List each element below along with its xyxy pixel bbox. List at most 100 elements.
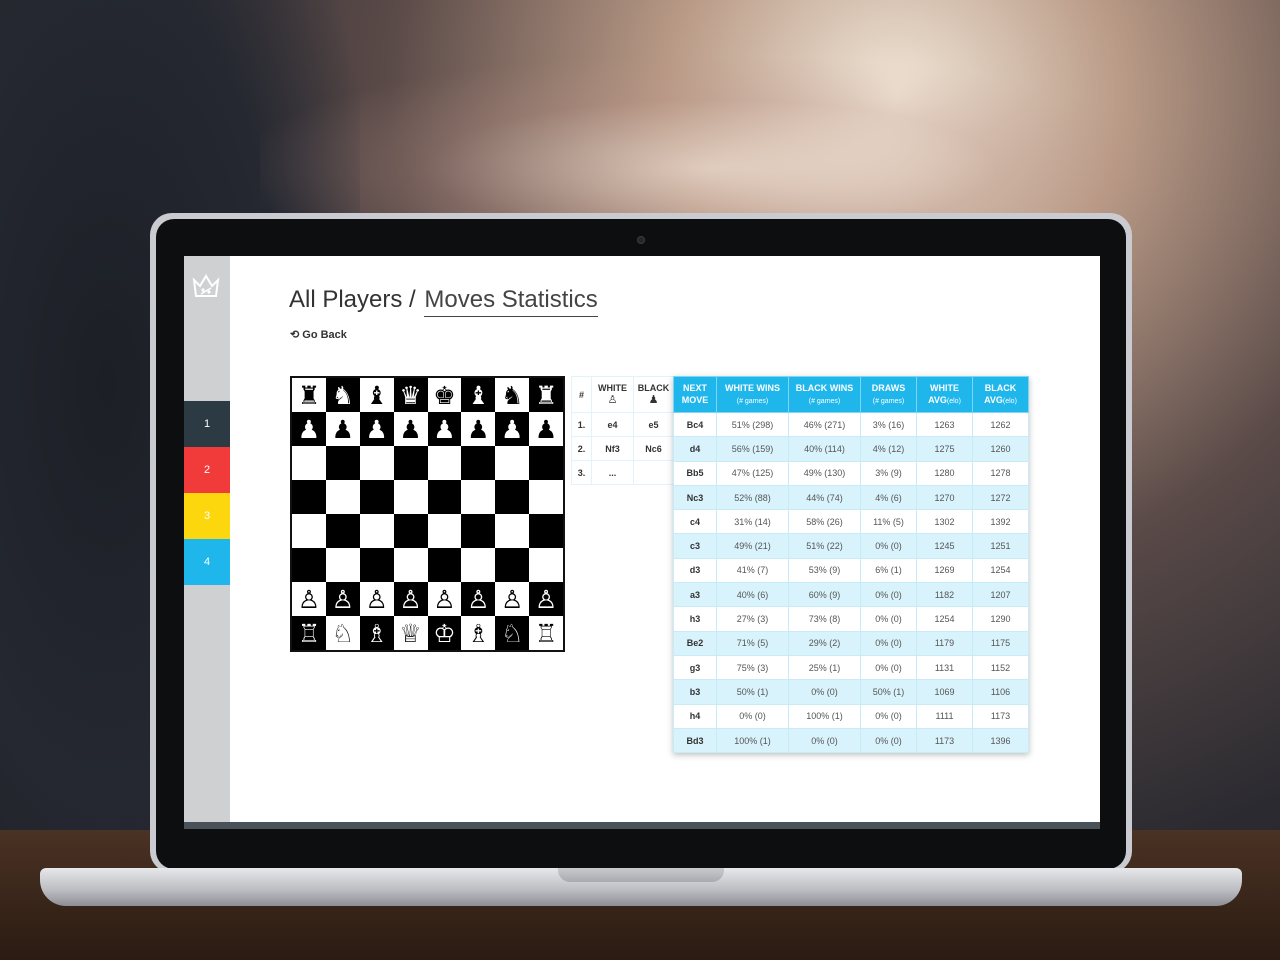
board-square[interactable]: ♙ <box>529 582 563 616</box>
stats-row[interactable]: b3 50% (1) 0% (0) 50% (1) 1069 1106 <box>673 679 1029 705</box>
stats-row[interactable]: h4 0% (0) 100% (1) 0% (0) 1111 1173 <box>673 703 1029 729</box>
board-square[interactable]: ♟ <box>495 412 530 446</box>
board-square[interactable]: ♙ <box>427 582 462 616</box>
board-square[interactable] <box>292 514 326 548</box>
board-square[interactable]: ♜ <box>529 378 563 412</box>
next-move-cell[interactable]: c4 <box>673 509 717 535</box>
chess-piece[interactable]: ♕ <box>399 621 421 646</box>
stats-row[interactable]: Bc4 51% (298) 46% (271) 3% (16) 1263 1262 <box>673 411 1029 438</box>
board-square[interactable]: ♞ <box>325 378 360 412</box>
board-square[interactable] <box>461 480 496 514</box>
board-square[interactable] <box>495 514 530 548</box>
board-square[interactable]: ♙ <box>393 582 428 616</box>
board-square[interactable]: ♟ <box>292 412 326 446</box>
chess-piece[interactable]: ♟ <box>535 417 557 442</box>
board-square[interactable] <box>529 514 563 548</box>
stats-row[interactable]: Bb5 47% (125) 49% (130) 3% (9) 1280 1278 <box>673 460 1029 486</box>
board-square[interactable]: ♘ <box>495 616 530 650</box>
next-move-cell[interactable]: g3 <box>673 654 717 681</box>
board-square[interactable] <box>359 514 394 548</box>
chess-piece[interactable]: ♟ <box>501 417 523 442</box>
board-square[interactable]: ♙ <box>495 582 530 616</box>
stats-row[interactable]: a3 40% (6) 60% (9) 0% (0) 1182 1207 <box>673 582 1029 608</box>
board-square[interactable]: ♟ <box>427 412 462 446</box>
chess-piece[interactable]: ♟ <box>365 417 387 442</box>
stats-row[interactable]: Be2 71% (5) 29% (2) 0% (0) 1179 1175 <box>673 630 1029 656</box>
chess-piece[interactable]: ♟ <box>298 417 320 442</box>
board-square[interactable] <box>427 480 462 514</box>
crown-logo-icon[interactable] <box>190 270 222 302</box>
chess-piece[interactable]: ♞ <box>332 383 354 408</box>
board-square[interactable] <box>325 514 360 548</box>
board-square[interactable] <box>529 446 563 480</box>
board-square[interactable]: ♛ <box>393 378 428 412</box>
stats-row[interactable]: g3 75% (3) 25% (1) 0% (0) 1131 1152 <box>673 654 1029 681</box>
board-square[interactable]: ♟ <box>461 412 496 446</box>
next-move-cell[interactable]: Bb5 <box>673 460 717 486</box>
chess-piece[interactable]: ♜ <box>298 383 320 408</box>
chess-piece[interactable]: ♖ <box>298 621 320 646</box>
board-square[interactable]: ♟ <box>393 412 428 446</box>
board-square[interactable]: ♝ <box>461 378 496 412</box>
board-square[interactable]: ♟ <box>325 412 360 446</box>
board-square[interactable] <box>529 548 563 582</box>
chess-piece[interactable]: ♖ <box>535 621 557 646</box>
board-square[interactable]: ♜ <box>292 378 326 412</box>
board-square[interactable] <box>359 480 394 514</box>
chess-piece[interactable]: ♙ <box>332 587 354 612</box>
chess-piece[interactable]: ♘ <box>332 621 354 646</box>
board-square[interactable]: ♟ <box>359 412 394 446</box>
board-square[interactable] <box>427 514 462 548</box>
chess-piece[interactable]: ♛ <box>399 383 421 408</box>
chess-piece[interactable]: ♟ <box>399 417 421 442</box>
stats-row[interactable]: d4 56% (159) 40% (114) 4% (12) 1275 1260 <box>673 436 1029 462</box>
board-square[interactable] <box>325 446 360 480</box>
chess-piece[interactable]: ♙ <box>399 587 421 612</box>
chess-board[interactable]: ♜ ♞ ♝ ♛ ♚ ♝ ♞ ♜ ♟ ♟ ♟ ♟ ♟ ♟ ♟ ♟ ♙ ♙ ♙ ♙ ♙ ♙ ♙ ♙ ♖ ♘ ♗ ♕ ♔ ♗ ♘ ♖ <box>290 376 565 652</box>
stats-header[interactable]: BLACK AVG(elo) <box>972 376 1029 413</box>
chess-piece[interactable]: ♘ <box>501 621 523 646</box>
stats-row[interactable]: d3 41% (7) 53% (9) 6% (1) 1269 1254 <box>673 557 1029 584</box>
board-square[interactable] <box>292 446 326 480</box>
board-square[interactable]: ♔ <box>427 616 462 650</box>
chess-piece[interactable]: ♙ <box>535 587 557 612</box>
next-move-cell[interactable]: Nc3 <box>673 484 717 511</box>
board-square[interactable] <box>461 446 496 480</box>
chess-piece[interactable]: ♔ <box>433 621 455 646</box>
sidebar-item-2[interactable]: 2 <box>184 447 230 493</box>
board-square[interactable] <box>495 548 530 582</box>
board-square[interactable] <box>461 548 496 582</box>
chess-piece[interactable]: ♝ <box>467 383 489 408</box>
stats-header[interactable]: DRAWS (# games) <box>860 376 917 413</box>
board-square[interactable]: ♙ <box>292 582 326 616</box>
sidebar-item-1[interactable]: 1 <box>184 401 230 447</box>
stats-row[interactable]: Bd3 100% (1) 0% (0) 0% (0) 1173 1396 <box>673 727 1029 754</box>
next-move-cell[interactable]: a3 <box>673 582 717 608</box>
board-square[interactable] <box>461 514 496 548</box>
board-square[interactable] <box>427 548 462 582</box>
board-square[interactable]: ♙ <box>461 582 496 616</box>
next-move-cell[interactable]: c3 <box>673 533 717 559</box>
board-square[interactable]: ♖ <box>529 616 563 650</box>
board-square[interactable]: ♗ <box>359 616 394 650</box>
chess-piece[interactable]: ♙ <box>467 587 489 612</box>
board-square[interactable] <box>359 548 394 582</box>
next-move-cell[interactable]: Bd3 <box>673 727 717 754</box>
chess-piece[interactable]: ♙ <box>365 587 387 612</box>
chess-piece[interactable]: ♟ <box>467 417 489 442</box>
move-row[interactable]: 1. e4 e5 <box>571 412 674 437</box>
next-move-cell[interactable]: h4 <box>673 703 717 729</box>
chess-piece[interactable]: ♚ <box>433 383 455 408</box>
board-square[interactable]: ♙ <box>325 582 360 616</box>
chess-piece[interactable]: ♗ <box>365 621 387 646</box>
board-square[interactable]: ♗ <box>461 616 496 650</box>
board-square[interactable]: ♙ <box>359 582 394 616</box>
board-square[interactable] <box>495 446 530 480</box>
board-square[interactable] <box>393 514 428 548</box>
page-title-main[interactable]: All Players / <box>289 286 416 313</box>
chess-piece[interactable]: ♟ <box>433 417 455 442</box>
board-square[interactable]: ♘ <box>325 616 360 650</box>
board-square[interactable] <box>393 548 428 582</box>
move-row[interactable]: 2. Nf3 Nc6 <box>571 436 674 461</box>
board-square[interactable] <box>393 446 428 480</box>
